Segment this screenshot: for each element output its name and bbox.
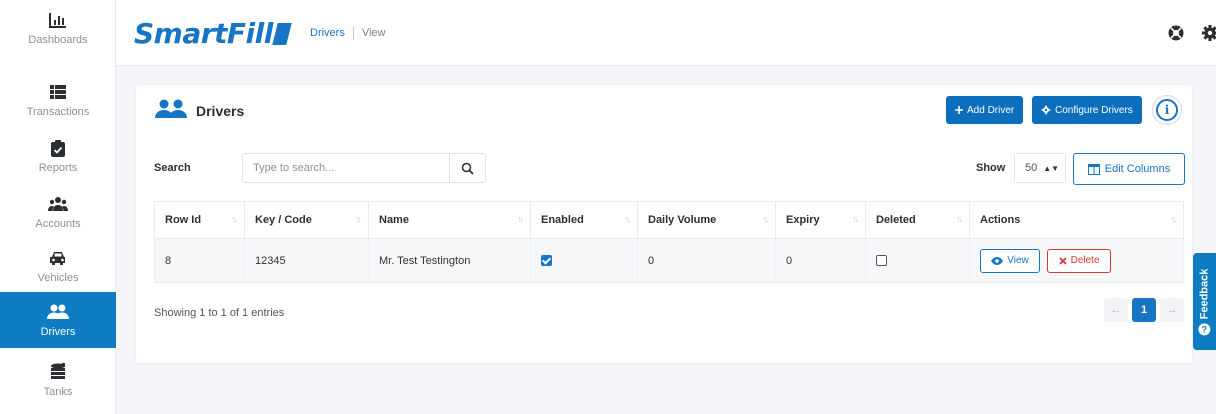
show-label: Show — [976, 162, 1006, 174]
sort-icon: ↑↓ — [852, 214, 859, 224]
add-driver-button[interactable]: Add Driver — [946, 96, 1024, 124]
sidebar-item-drivers[interactable]: Drivers — [0, 292, 116, 348]
sort-icon: ↑↓ — [956, 214, 963, 224]
sort-icon: ↑↓ — [355, 214, 362, 224]
page-size-value: 50 — [1025, 162, 1038, 174]
plus-icon — [955, 106, 963, 114]
gear-icon[interactable] — [1201, 24, 1216, 42]
close-icon — [1058, 256, 1067, 265]
column-header-daily-volume[interactable]: Daily Volume ↑↓ — [637, 201, 776, 239]
top-header: SmartFill Drivers View — [116, 0, 1216, 66]
sort-icon: ↑↓ — [624, 214, 631, 224]
cog-icon — [1041, 105, 1051, 115]
clipboard-icon — [51, 138, 65, 158]
sort-icon: ↑↓ — [762, 214, 769, 224]
drivers-icon — [154, 99, 188, 122]
sidebar-item-label: Tanks — [43, 386, 73, 398]
sidebar-item-dashboards[interactable]: Dashboards — [0, 0, 116, 56]
column-header-deleted[interactable]: Deleted ↑↓ — [865, 201, 970, 239]
cell-key-code: 12345 — [244, 238, 369, 283]
feedback-label: Feedback — [1198, 268, 1211, 319]
breadcrumb: Drivers View — [310, 26, 386, 40]
life-ring-icon[interactable] — [1167, 24, 1185, 42]
cell-row-id: 8 — [154, 238, 245, 283]
question-icon: ? — [1198, 322, 1211, 335]
sidebar-item-reports[interactable]: Reports — [0, 128, 116, 184]
prev-page-button[interactable]: ← — [1104, 298, 1128, 322]
sidebar-item-label: Reports — [38, 162, 78, 174]
sort-updown-icon: ▲▼ — [1043, 163, 1060, 173]
column-header-key-code[interactable]: Key / Code ↑↓ — [244, 201, 369, 239]
column-header-name[interactable]: Name ↑↓ — [368, 201, 531, 239]
view-button[interactable]: View — [980, 248, 1040, 273]
info-button[interactable]: i — [1152, 95, 1182, 125]
cell-name: Mr. Test Testington — [368, 238, 531, 283]
table-row: 8 12345 Mr. Test Testington 0 0 View Del… — [154, 238, 1184, 283]
cell-actions: View Delete — [969, 238, 1184, 283]
search-input[interactable] — [243, 154, 449, 182]
pagination: ← 1 → — [1104, 298, 1184, 322]
sidebar-item-label: Dashboards — [28, 34, 88, 46]
sidebar-item-label: Drivers — [40, 326, 76, 338]
column-header-actions[interactable]: Actions ↑↓ — [969, 201, 1184, 239]
smartfill-logo[interactable]: SmartFill — [134, 17, 292, 50]
list-icon — [50, 82, 66, 102]
eye-icon — [991, 256, 1004, 265]
cell-enabled — [530, 238, 638, 283]
drivers-card: Drivers Add Driver Configure Drivers i S… — [136, 85, 1192, 363]
columns-icon — [1087, 163, 1100, 175]
sidebar-item-accounts[interactable]: Accounts — [0, 184, 116, 240]
coins-icon — [50, 362, 66, 382]
feedback-tab[interactable]: ? Feedback — [1193, 253, 1216, 350]
sidebar: Dashboards Transactions Reports Accounts… — [0, 0, 116, 414]
column-header-expiry[interactable]: Expiry ↑↓ — [775, 201, 866, 239]
search-icon[interactable] — [449, 154, 485, 182]
search-label: Search — [154, 162, 191, 174]
sort-icon: ↑↓ — [1170, 214, 1177, 224]
sidebar-item-label: Accounts — [35, 218, 81, 230]
configure-drivers-button[interactable]: Configure Drivers — [1032, 96, 1142, 124]
cell-expiry: 0 — [775, 238, 866, 283]
page-title: Drivers — [196, 102, 245, 119]
cell-daily-volume: 0 — [637, 238, 776, 283]
entries-info: Showing 1 to 1 of 1 entries — [154, 307, 285, 319]
sidebar-item-tanks[interactable]: Tanks — [0, 352, 116, 408]
deleted-checkbox — [876, 255, 887, 267]
drivers-table: Row Id ↑↓ Key / Code ↑↓ Name ↑↓ Enabled ↑↓ D… — [154, 201, 1184, 283]
sort-icon: ↑↓ — [517, 214, 524, 224]
page-size-select[interactable]: 50 ▲▼ — [1014, 153, 1066, 183]
cell-deleted — [865, 238, 970, 283]
enabled-checkbox — [541, 255, 552, 267]
column-header-enabled[interactable]: Enabled ↑↓ — [530, 201, 638, 239]
sidebar-item-label: Vehicles — [37, 272, 79, 284]
bar-chart-icon — [49, 10, 67, 30]
breadcrumb-separator — [352, 26, 354, 40]
info-icon: i — [1156, 99, 1178, 121]
sidebar-item-transactions[interactable]: Transactions — [0, 72, 116, 128]
user-pair-icon — [47, 302, 69, 322]
column-header-row-id[interactable]: Row Id ↑↓ — [154, 201, 245, 239]
breadcrumb-drivers-link[interactable]: Drivers — [310, 27, 345, 39]
edit-columns-button[interactable]: Edit Columns — [1073, 153, 1185, 185]
search-box — [242, 153, 486, 183]
card-header: Drivers — [154, 99, 244, 122]
sidebar-item-vehicles[interactable]: Vehicles — [0, 238, 116, 294]
page-1-button[interactable]: 1 — [1132, 298, 1156, 322]
next-page-button[interactable]: → — [1160, 298, 1184, 322]
table-header-row: Row Id ↑↓ Key / Code ↑↓ Name ↑↓ Enabled ↑↓ D… — [154, 201, 1184, 239]
users-icon — [48, 194, 68, 214]
sort-icon: ↑↓ — [231, 214, 238, 224]
car-icon — [49, 248, 67, 268]
sidebar-item-label: Transactions — [26, 106, 90, 118]
delete-button[interactable]: Delete — [1047, 248, 1112, 273]
breadcrumb-current: View — [361, 27, 386, 39]
